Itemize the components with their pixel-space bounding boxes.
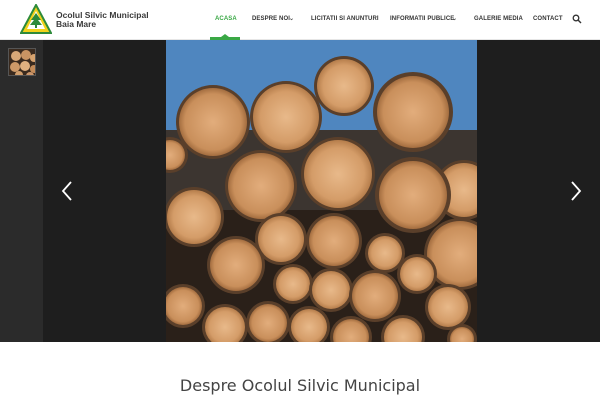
stacked-logs-thumbnail-icon: [9, 49, 35, 75]
stacked-logs-image: [166, 40, 477, 342]
brand-name-line2: Baia Mare: [56, 19, 97, 29]
nav-item-label: LICITATII SI ANUNTURI: [311, 16, 379, 22]
slider-thumbnail[interactable]: [8, 48, 36, 76]
chevron-down-icon: ⌄: [289, 16, 295, 22]
site-brand[interactable]: Ocolul Silvic Municipal Baia Mare: [56, 11, 149, 29]
triangle-tree-logo-icon[interactable]: [20, 4, 52, 34]
section-title: Despre Ocolul Silvic Municipal: [179, 376, 421, 395]
hero-slider: [0, 40, 600, 342]
nav-item-label: GALERIE MEDIA: [474, 16, 523, 22]
active-nav-indicator-tip: [221, 34, 229, 37]
search-icon[interactable]: [572, 14, 582, 24]
chevron-left-icon[interactable]: [60, 180, 74, 202]
slider-thumbnail-strip: [0, 40, 43, 342]
nav-item-label: CONTACT: [533, 16, 563, 22]
nav-item-label: ACASA: [215, 16, 237, 22]
chevron-right-icon[interactable]: [569, 180, 583, 202]
chevron-down-icon: ⌄: [452, 16, 458, 22]
site-header: Ocolul Silvic Municipal Baia Mare ACASA …: [0, 0, 600, 40]
nav-item-label: DESPRE NOI: [252, 16, 291, 22]
nav-item-label: INFORMATII PUBLICE: [390, 16, 455, 22]
